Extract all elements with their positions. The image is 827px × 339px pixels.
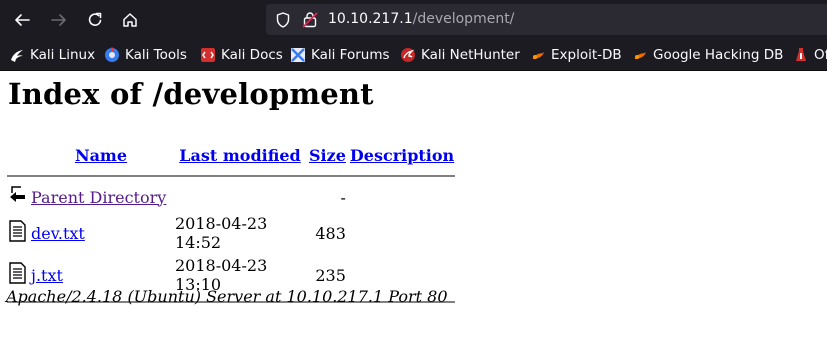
page-title: Index of /development bbox=[8, 77, 374, 111]
exploit-db-icon bbox=[530, 47, 546, 63]
modified-cell bbox=[174, 183, 306, 211]
sort-by-description-link[interactable]: Description bbox=[350, 146, 454, 165]
sort-by-size-link[interactable]: Size bbox=[309, 146, 346, 165]
arrow-right-icon bbox=[51, 14, 66, 26]
page-content: Index of /development Name Last modified… bbox=[0, 71, 827, 339]
bookmark-kali-docs[interactable]: Kali Docs bbox=[200, 45, 283, 65]
icon-cell bbox=[7, 183, 28, 211]
name-cell: dev.txt bbox=[30, 213, 172, 253]
dev-txt-link[interactable]: dev.txt bbox=[31, 224, 85, 243]
table-row: Parent Directory - bbox=[7, 183, 455, 211]
url-host: 10.10.217.1 bbox=[328, 11, 413, 27]
back-button[interactable] bbox=[9, 7, 35, 33]
j-txt-link[interactable]: j.txt bbox=[31, 266, 63, 285]
name-header: Name bbox=[30, 141, 172, 169]
bookmark-label: Exploit-DB bbox=[551, 47, 622, 63]
kali-dragon-icon bbox=[9, 47, 25, 63]
server-signature: Apache/2.4.18 (Ubuntu) Server at 10.10.2… bbox=[6, 287, 448, 306]
bookmark-label: Google Hacking DB bbox=[653, 47, 784, 63]
blank-icon bbox=[8, 142, 28, 164]
bookmark-label: Kali NetHunter bbox=[421, 47, 520, 63]
description-cell bbox=[349, 213, 455, 253]
forward-button[interactable] bbox=[46, 7, 72, 33]
kali-nethunter-icon bbox=[400, 47, 416, 63]
bookmark-label: Kali Linux bbox=[30, 47, 96, 63]
kali-docs-icon bbox=[200, 47, 216, 63]
back-folder-icon bbox=[10, 186, 25, 202]
url-path: /development/ bbox=[412, 11, 515, 27]
browser-toolbar: 10.10.217.1/development/ bbox=[0, 0, 827, 39]
home-icon bbox=[123, 13, 137, 27]
divider bbox=[7, 175, 456, 177]
icon-header bbox=[7, 141, 28, 169]
header-row: Name Last modified Size Description bbox=[7, 141, 455, 169]
text-file-icon bbox=[9, 220, 26, 242]
kali-forums-icon bbox=[290, 47, 306, 63]
separator-row bbox=[7, 171, 456, 181]
directory-listing: Name Last modified Size Description Pare… bbox=[5, 139, 457, 309]
table-row: dev.txt 2018-04-23 14:52 483 bbox=[7, 213, 455, 253]
url-text[interactable]: 10.10.217.1/development/ bbox=[328, 11, 514, 27]
size-header: Size bbox=[308, 141, 347, 169]
description-header: Description bbox=[349, 141, 455, 169]
size-cell: 483 bbox=[315, 223, 346, 243]
home-button[interactable] bbox=[117, 7, 143, 33]
ghdb-icon bbox=[632, 47, 648, 63]
parent-directory-link[interactable]: Parent Directory bbox=[31, 188, 166, 207]
bookmark-label: Of bbox=[814, 47, 827, 63]
offsec-icon bbox=[793, 47, 809, 63]
tracking-protection-shield-icon[interactable] bbox=[276, 12, 290, 32]
description-cell bbox=[349, 183, 455, 211]
bookmark-kali-forums[interactable]: Kali Forums bbox=[290, 45, 390, 65]
modified-cell: 2018-04-23 14:52 bbox=[175, 214, 268, 252]
kali-tools-icon bbox=[104, 47, 120, 63]
insecure-lock-icon[interactable] bbox=[302, 11, 318, 32]
bookmark-offsec[interactable]: Of bbox=[793, 45, 827, 65]
bookmark-label: Kali Docs bbox=[221, 47, 283, 63]
last-modified-header: Last modified bbox=[174, 141, 306, 169]
bookmark-kali-tools[interactable]: Kali Tools bbox=[104, 45, 187, 65]
reload-icon bbox=[88, 12, 102, 26]
icon-cell bbox=[7, 213, 28, 253]
bookmark-label: Kali Forums bbox=[311, 47, 390, 63]
name-cell: Parent Directory bbox=[30, 183, 172, 211]
size-cell: - bbox=[340, 187, 346, 207]
bookmark-kali-linux[interactable]: Kali Linux bbox=[9, 45, 95, 65]
bookmark-exploit-db[interactable]: Exploit-DB bbox=[530, 45, 622, 65]
reload-button[interactable] bbox=[82, 7, 108, 33]
sort-by-name-link[interactable]: Name bbox=[75, 146, 127, 165]
bookmark-label: Kali Tools bbox=[125, 47, 187, 63]
text-file-icon bbox=[9, 262, 26, 284]
bookmarks-toolbar: Kali Linux Kali Tools Kali Docs Kali For… bbox=[0, 39, 827, 71]
sort-by-last-modified-link[interactable]: Last modified bbox=[179, 146, 300, 165]
bookmark-google-hacking-db[interactable]: Google Hacking DB bbox=[632, 45, 783, 65]
bookmark-kali-nethunter[interactable]: Kali NetHunter bbox=[400, 45, 520, 65]
arrow-left-icon bbox=[15, 14, 30, 26]
url-bar[interactable]: 10.10.217.1/development/ bbox=[266, 4, 827, 35]
